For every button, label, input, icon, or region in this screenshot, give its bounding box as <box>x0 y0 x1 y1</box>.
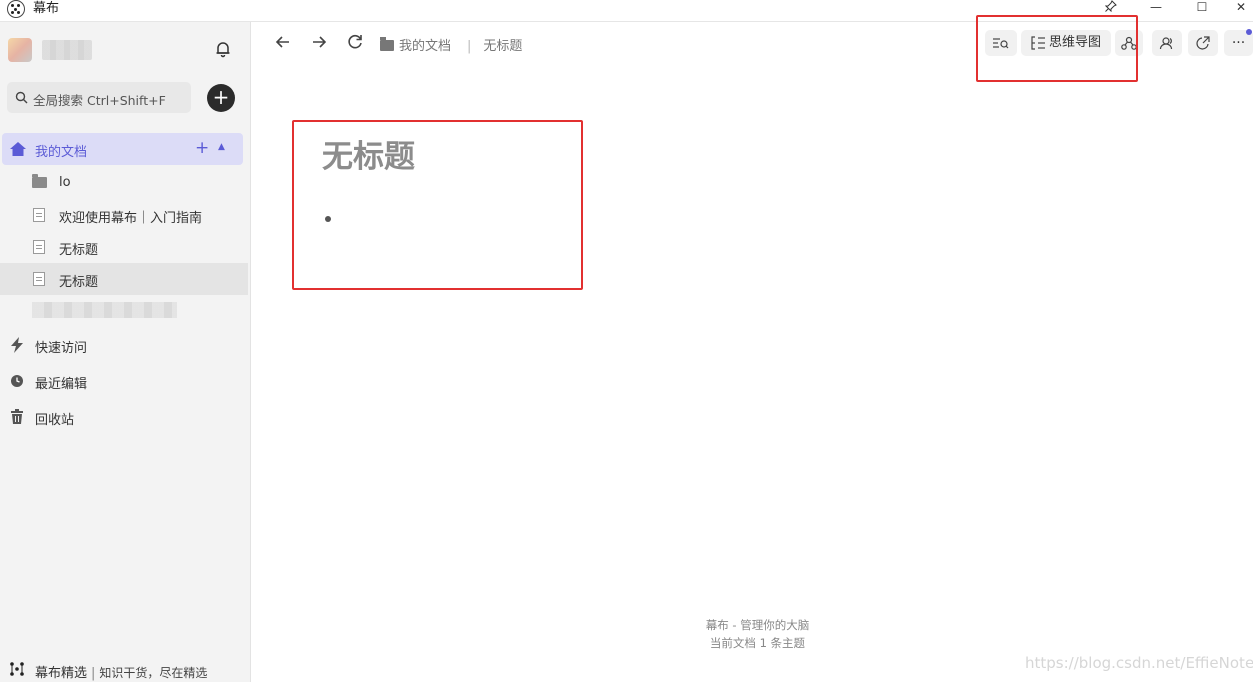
sidebar-item-label: 快速访问 <box>35 341 88 356</box>
sidebar-item-recent[interactable]: 最近编辑 <box>0 365 250 397</box>
notification-dot <box>1246 29 1252 35</box>
sidebar-item-label: 欢迎使用幕布｜入门指南 <box>59 211 203 226</box>
collapse-caret-icon[interactable]: ▲ <box>218 142 225 152</box>
user-name-blurred <box>42 40 92 60</box>
sidebar-item-doc-untitled-selected[interactable]: 无标题 <box>0 263 248 295</box>
people-icon <box>1159 37 1173 50</box>
document-icon <box>33 272 45 286</box>
sidebar-item-trash[interactable]: 回收站 <box>0 401 250 433</box>
document-icon <box>33 208 45 222</box>
breadcrumb-separator: | <box>467 39 472 54</box>
share-icon <box>1196 36 1210 50</box>
featured-separator: | <box>91 666 96 681</box>
breadcrumb: 我的文档 | 无标题 <box>380 35 522 54</box>
maximize-button[interactable]: ☐ <box>1187 0 1217 20</box>
sidebar-item-label: 我的文档 <box>35 145 88 160</box>
minimize-button[interactable]: — <box>1141 0 1171 20</box>
sidebar-item-label: lo <box>59 175 71 190</box>
add-document-button[interactable]: + <box>195 138 209 158</box>
watermark: https://blog.csdn.net/EffieNotes <box>1025 654 1253 672</box>
blurred-item <box>32 302 177 318</box>
app-title: 幕布 <box>33 1 60 16</box>
bell-icon[interactable] <box>214 40 232 58</box>
lightning-icon <box>11 337 23 353</box>
sidebar-item-doc-guide[interactable]: 欢迎使用幕布｜入门指南 <box>0 199 250 231</box>
annotation-box-toolbar <box>976 15 1138 82</box>
breadcrumb-current: 无标题 <box>483 39 523 54</box>
sidebar-item-label: 最近编辑 <box>35 377 88 392</box>
sidebar-item-doc-untitled[interactable]: 无标题 <box>0 231 250 263</box>
home-icon <box>10 142 26 156</box>
sidebar-item-my-documents[interactable]: 我的文档 + ▲ <box>2 133 243 165</box>
add-button[interactable]: + <box>207 84 235 112</box>
editor-footer: 幕布 - 管理你的大脑 当前文档 1 条主题 <box>640 616 875 652</box>
forward-arrow-icon[interactable] <box>310 33 328 51</box>
share-button[interactable] <box>1188 30 1218 56</box>
topic-count: 当前文档 1 条主题 <box>709 636 806 650</box>
trash-icon <box>11 409 23 424</box>
search-icon <box>15 91 28 104</box>
back-arrow-icon[interactable] <box>274 33 292 51</box>
sidebar-item-folder-lo[interactable]: lo <box>0 167 250 199</box>
close-button[interactable]: ✕ <box>1230 0 1252 20</box>
search-placeholder: 全局搜索 Ctrl+Shift+F <box>33 93 166 108</box>
document-icon <box>33 240 45 254</box>
collaborators-button[interactable] <box>1152 30 1182 56</box>
sidebar: 全局搜索 Ctrl+Shift+F + 我的文档 + ▲ lo 欢迎使用幕布｜入… <box>0 22 251 682</box>
featured-footer[interactable]: 幕布精选 | 知识干货，尽在精选 <box>35 662 207 681</box>
refresh-icon[interactable] <box>346 33 364 51</box>
breadcrumb-folder-link[interactable]: 我的文档 <box>399 39 451 54</box>
global-search-input[interactable]: 全局搜索 Ctrl+Shift+F <box>7 82 191 113</box>
sidebar-item-label: 无标题 <box>59 275 99 290</box>
avatar[interactable] <box>8 38 32 62</box>
featured-title: 幕布精选 <box>35 666 88 681</box>
footer-slogan: 幕布 - 管理你的大脑 <box>705 618 810 632</box>
clock-icon <box>11 375 23 387</box>
sidebar-item-label: 无标题 <box>59 243 99 258</box>
sidebar-item-label: 回收站 <box>35 413 75 428</box>
mubu-logo-icon <box>10 662 24 676</box>
annotation-box-editor <box>292 120 583 290</box>
featured-subtitle: 知识干货，尽在精选 <box>99 666 208 680</box>
folder-icon <box>32 174 47 188</box>
app-logo-icon <box>7 0 25 18</box>
folder-icon <box>380 37 394 51</box>
sidebar-item-quick-access[interactable]: 快速访问 <box>0 329 250 361</box>
